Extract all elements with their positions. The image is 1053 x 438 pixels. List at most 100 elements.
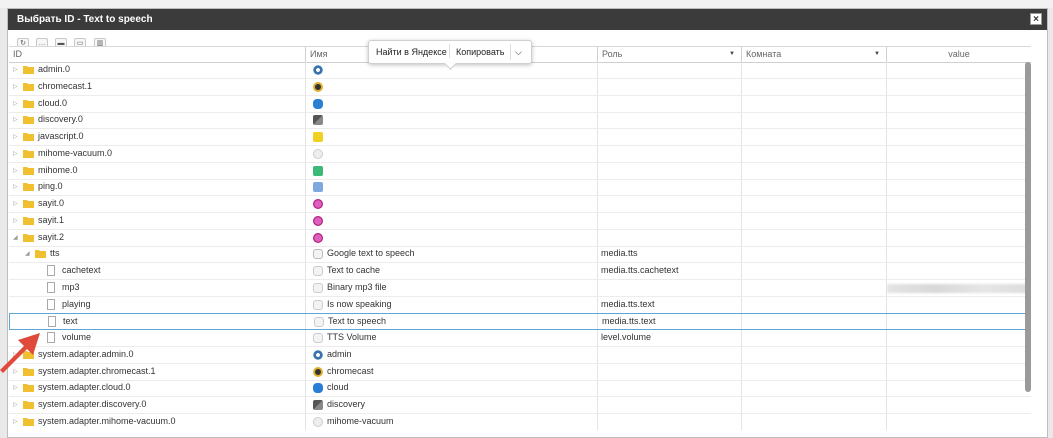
expand-toggle-icon[interactable]: ▷ <box>13 167 18 174</box>
admin-icon <box>313 349 323 360</box>
header-role[interactable]: Роль ▼ <box>597 47 741 62</box>
chevron-down-icon[interactable]: ⌵ <box>515 41 522 63</box>
row-id: system.adapter.discovery.0 <box>38 399 147 409</box>
red-arrow-icon <box>0 333 40 373</box>
folder-icon <box>23 199 34 208</box>
role-filter-icon[interactable]: ▼ <box>729 47 735 62</box>
expand-toggle-icon[interactable]: ▷ <box>13 200 18 207</box>
blurred-value <box>887 283 1031 293</box>
table-row[interactable]: text Text to speech media.tts.text <box>9 313 1031 331</box>
expand-toggle-icon[interactable]: ▷ <box>13 401 18 408</box>
expand-toggle-icon[interactable]: ▷ <box>13 116 18 123</box>
row-name: Binary mp3 file <box>327 281 387 292</box>
row-name: mihome-vacuum <box>327 415 394 426</box>
table-row[interactable]: ◢ sayit.2 <box>9 230 1031 247</box>
cloud-icon <box>313 98 323 109</box>
search-yandex-button[interactable]: Найти в Яндексе <box>376 41 447 63</box>
state-icon <box>313 282 323 293</box>
header-id[interactable]: ID <box>9 47 305 62</box>
mihome-vacuum-icon <box>313 148 323 159</box>
vertical-scrollbar[interactable] <box>1025 62 1031 392</box>
folder-icon <box>23 400 34 409</box>
table-row[interactable]: ▷ system.adapter.cloud.0 cloud <box>9 380 1031 398</box>
row-name: Google text to speech <box>327 248 415 259</box>
table-row[interactable]: playing Is now speaking media.tts.text <box>9 297 1031 314</box>
close-button[interactable]: × <box>1030 13 1042 25</box>
expand-toggle-icon[interactable]: ▷ <box>13 150 18 157</box>
table-row[interactable]: ▷ system.adapter.chromecast.1 chromecast <box>9 364 1031 381</box>
expand-toggle-icon[interactable]: ▷ <box>13 83 18 90</box>
table-row[interactable]: cachetext Text to cache media.tts.cachetex… <box>9 263 1031 280</box>
expand-toggle-icon[interactable]: ▷ <box>13 183 18 190</box>
row-name: Is now speaking <box>327 298 392 309</box>
chromecast-icon <box>313 81 323 92</box>
header-value-label: value <box>948 49 970 59</box>
expand-toggle-icon[interactable]: ▷ <box>13 384 18 391</box>
row-id: javascript.0 <box>38 131 84 141</box>
folder-icon <box>23 417 34 426</box>
header-value[interactable]: value <box>886 47 1031 62</box>
expand-toggle-icon[interactable]: ▷ <box>13 418 18 425</box>
table-row[interactable]: ▷ sayit.1 <box>9 213 1031 230</box>
row-name: Text to speech <box>328 316 387 327</box>
table-row[interactable]: ▷ mihome.0 <box>9 163 1031 180</box>
row-id: ping.0 <box>38 181 63 192</box>
header-name-label: Имя <box>310 49 328 59</box>
folder-icon <box>23 233 34 242</box>
text-selection-popup: Найти в Яндексе Копировать ⌵ <box>368 40 532 70</box>
folder-icon <box>23 99 34 108</box>
table-row[interactable]: ▷ javascript.0 <box>9 129 1031 146</box>
row-id: system.adapter.mihome-vacuum.0 <box>38 415 176 426</box>
collapse-toggle-icon[interactable]: ◢ <box>13 234 18 241</box>
collapse-toggle-icon[interactable]: ◢ <box>25 250 30 257</box>
header-room-label: Комната <box>746 49 782 59</box>
table-row[interactable]: ▷ ping.0 <box>9 179 1031 197</box>
table-row[interactable]: ▷ admin.0 <box>9 62 1031 79</box>
table-row[interactable]: ▷ mihome-vacuum.0 <box>9 146 1031 163</box>
expand-toggle-icon[interactable]: ▷ <box>13 217 18 224</box>
channel-icon <box>313 249 323 260</box>
object-tree-table: ▷ admin.0 ▷ chromecast.1 ▷ cloud.0 ▷ discovery.… <box>9 62 1031 430</box>
chromecast-icon <box>313 366 323 377</box>
table-row[interactable]: ◢ tts Google text to speech media.tts <box>9 246 1031 264</box>
row-id: discovery.0 <box>38 114 83 125</box>
table-row[interactable]: ▷ system.adapter.mihome-vacuum.0 mihome-va… <box>9 414 1031 430</box>
folder-icon <box>35 249 46 259</box>
table-row[interactable]: volume TTS Volume level.volume <box>9 330 1031 347</box>
row-id: text <box>63 316 78 327</box>
row-role: media.tts <box>601 248 638 259</box>
folder-icon <box>23 149 34 158</box>
row-role: media.tts.text <box>602 316 656 327</box>
table-row[interactable]: ▷ system.adapter.discovery.0 discovery <box>9 397 1031 414</box>
table-row[interactable]: ▷ cloud.0 <box>9 96 1031 113</box>
table-row[interactable]: mp3 Binary mp3 file <box>9 280 1031 297</box>
cloud-icon <box>313 383 323 394</box>
row-name: admin <box>327 348 352 359</box>
folder-icon <box>23 132 34 141</box>
row-id: mihome.0 <box>38 164 78 175</box>
row-name: chromecast <box>327 365 374 376</box>
room-filter-icon[interactable]: ▼ <box>874 47 880 62</box>
folder-icon <box>23 82 34 91</box>
discovery-icon <box>313 115 323 126</box>
expand-toggle-icon[interactable]: ▷ <box>13 133 18 140</box>
row-id: system.adapter.chromecast.1 <box>38 365 156 376</box>
copy-button[interactable]: Копировать <box>456 41 504 63</box>
table-row[interactable]: ▷ discovery.0 <box>9 112 1031 130</box>
expand-toggle-icon[interactable]: ▷ <box>13 100 18 107</box>
table-row[interactable]: ▷ sayit.0 <box>9 196 1031 213</box>
header-room[interactable]: Комната ▼ <box>741 47 886 62</box>
row-id: mihome-vacuum.0 <box>38 147 113 158</box>
state-icon <box>313 333 323 343</box>
table-row[interactable]: ▷ chromecast.1 <box>9 79 1031 96</box>
row-id: playing <box>62 298 91 309</box>
table-row[interactable]: ▷system.adapter.admin.0admin <box>9 347 1031 364</box>
sayit-icon <box>313 199 323 209</box>
row-id: cloud.0 <box>38 97 68 108</box>
folder-icon <box>23 383 34 393</box>
row-name: TTS Volume <box>327 332 377 342</box>
background-window <box>0 0 1053 8</box>
row-id: system.adapter.admin.0 <box>38 348 134 359</box>
row-id: volume <box>62 332 92 342</box>
expand-toggle-icon[interactable]: ▷ <box>13 66 18 73</box>
